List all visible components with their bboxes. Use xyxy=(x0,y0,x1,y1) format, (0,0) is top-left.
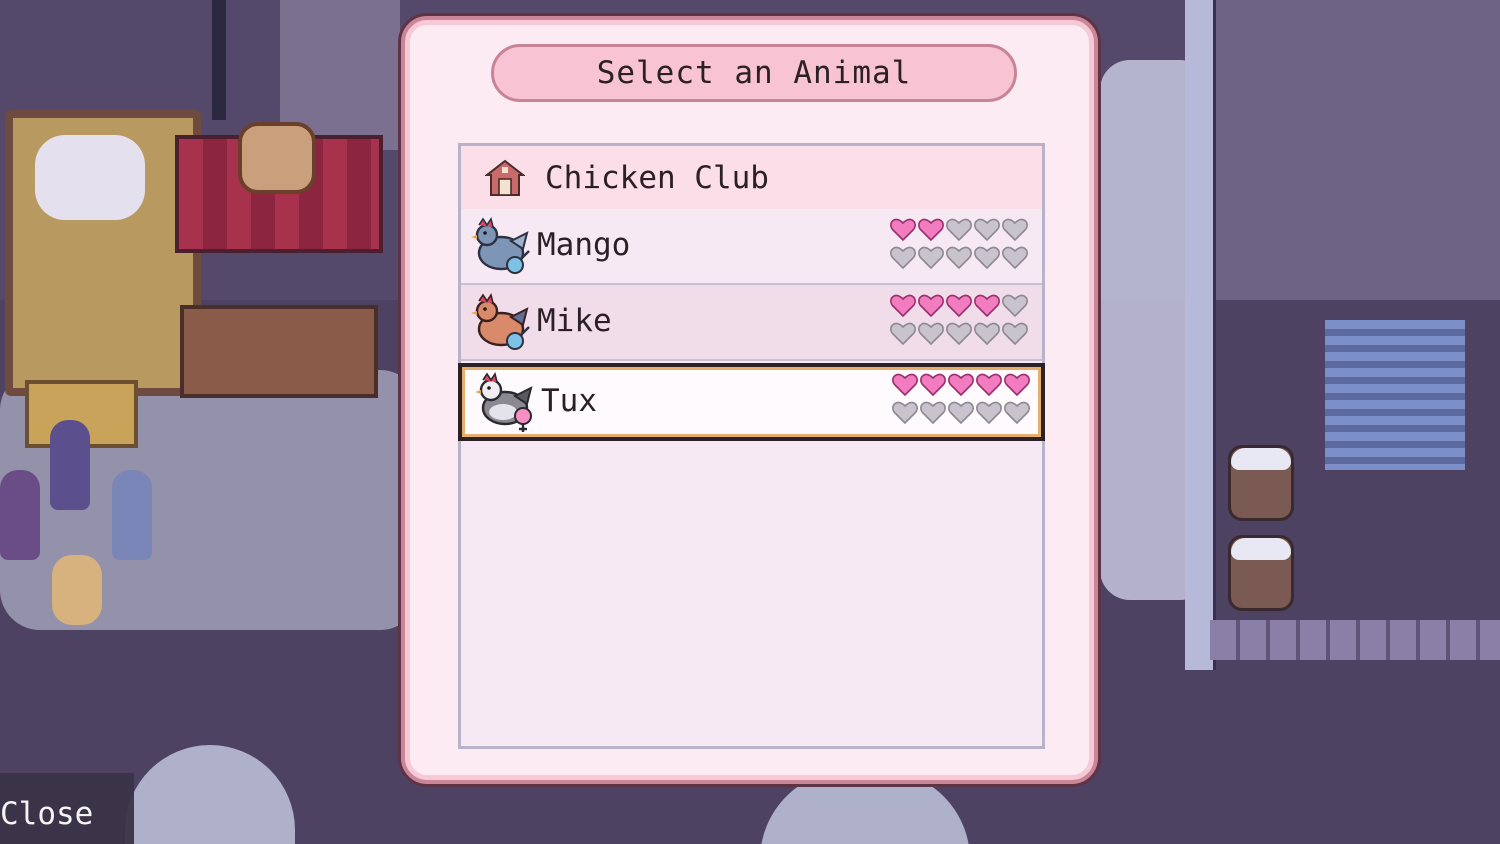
male-icon xyxy=(506,332,524,350)
heart-empty-icon xyxy=(974,217,1000,243)
villager xyxy=(112,470,152,560)
cow-shop-sign xyxy=(238,122,316,194)
barrel xyxy=(1228,445,1294,521)
heart-empty-icon xyxy=(918,321,944,347)
dialog-title-text: Select an Animal xyxy=(596,55,912,91)
close-hint[interactable]: Close xyxy=(0,773,134,844)
heart-filled-icon xyxy=(948,372,974,398)
animal-list: Chicken Club Mango Mike Tux xyxy=(458,143,1045,749)
heart-filled-icon xyxy=(976,372,1002,398)
female-icon xyxy=(514,407,532,425)
friendship-hearts xyxy=(892,372,1034,426)
heart-empty-icon xyxy=(1002,217,1028,243)
heart-filled-icon xyxy=(920,372,946,398)
barn-icon xyxy=(485,159,525,196)
animal-select-dialog: Select an Animal Chicken Club Mango Mike… xyxy=(401,16,1098,784)
heart-empty-icon xyxy=(920,400,946,426)
heart-empty-icon xyxy=(1002,245,1028,271)
heart-empty-icon xyxy=(946,321,972,347)
animal-row-mango[interactable]: Mango xyxy=(461,209,1042,285)
animal-name: Mike xyxy=(537,303,612,339)
heart-empty-icon xyxy=(1002,321,1028,347)
cow xyxy=(35,135,145,220)
street-lamp xyxy=(212,0,226,120)
fence xyxy=(1210,620,1500,660)
blue-chicken-icon xyxy=(471,217,530,274)
stairs xyxy=(1325,320,1465,470)
heart-empty-icon xyxy=(946,217,972,243)
heart-filled-icon xyxy=(946,293,972,319)
heart-filled-icon xyxy=(892,372,918,398)
orange-chicken-icon xyxy=(471,293,530,350)
heart-empty-icon xyxy=(890,245,916,271)
friendship-hearts xyxy=(890,293,1032,347)
heart-filled-icon xyxy=(974,293,1000,319)
heart-empty-icon xyxy=(1004,400,1030,426)
group-header: Chicken Club xyxy=(461,146,1042,211)
wall-pillar xyxy=(1185,0,1216,670)
dialog-title: Select an Animal xyxy=(491,44,1017,102)
heart-filled-icon xyxy=(890,293,916,319)
heart-filled-icon xyxy=(890,217,916,243)
heart-empty-icon xyxy=(892,400,918,426)
dog xyxy=(52,555,102,625)
heart-empty-icon xyxy=(890,321,916,347)
heart-empty-icon xyxy=(1002,293,1028,319)
barrel xyxy=(1228,535,1294,611)
heart-filled-icon xyxy=(918,293,944,319)
building-wall xyxy=(1185,0,1500,300)
animal-row-tux[interactable]: Tux xyxy=(458,363,1045,441)
animal-row-mike[interactable]: Mike xyxy=(461,285,1042,361)
heart-empty-icon xyxy=(948,400,974,426)
friendship-hearts xyxy=(890,217,1032,271)
heart-empty-icon xyxy=(918,245,944,271)
villager xyxy=(50,420,90,510)
male-icon xyxy=(506,256,524,274)
shop-counter xyxy=(180,305,378,398)
heart-filled-icon xyxy=(918,217,944,243)
heart-empty-icon xyxy=(974,321,1000,347)
villager xyxy=(0,470,40,560)
heart-empty-icon xyxy=(946,245,972,271)
group-label: Chicken Club xyxy=(545,159,769,196)
gray-chicken-icon xyxy=(475,372,533,432)
heart-empty-icon xyxy=(974,245,1000,271)
animal-name: Mango xyxy=(537,227,631,263)
animal-name: Tux xyxy=(541,383,597,419)
close-label: Close xyxy=(0,796,94,832)
heart-empty-icon xyxy=(976,400,1002,426)
heart-filled-icon xyxy=(1004,372,1030,398)
